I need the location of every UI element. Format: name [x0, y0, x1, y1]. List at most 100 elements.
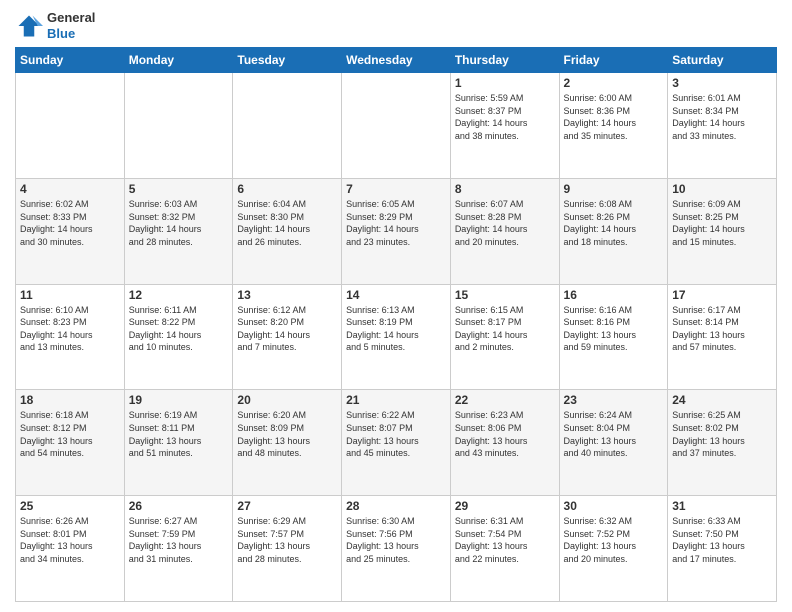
day-cell: 18Sunrise: 6:18 AM Sunset: 8:12 PM Dayli… [16, 390, 125, 496]
day-number: 12 [129, 288, 229, 302]
week-row-1: 4 Sunrise: 6:02 AM Sunset: 8:33 PM Daylig… [16, 178, 777, 284]
day-number: 31 [672, 499, 772, 513]
day-info: Sunrise: 6:12 AM Sunset: 8:20 PM Dayligh… [237, 304, 337, 354]
day-number: 27 [237, 499, 337, 513]
calendar-table: SundayMondayTuesdayWednesdayThursdayFrid… [15, 47, 777, 602]
day-info: Sunrise: 6:07 AM Sunset: 8:28 PM Dayligh… [455, 198, 555, 248]
day-number: 25 [20, 499, 120, 513]
day-info: Sunrise: 6:23 AM Sunset: 8:06 PM Dayligh… [455, 409, 555, 459]
day-cell: 13Sunrise: 6:12 AM Sunset: 8:20 PM Dayli… [233, 284, 342, 390]
day-number: 2 [564, 76, 664, 90]
logo-icon [15, 12, 43, 40]
day-number: 9 [564, 182, 664, 196]
day-number: 11 [20, 288, 120, 302]
logo-text: General Blue [47, 10, 95, 41]
day-cell: 2 Sunrise: 6:00 AM Sunset: 8:36 PM Daylig… [559, 73, 668, 179]
week-row-0: 1 Sunrise: 5:59 AM Sunset: 8:37 PM Daylig… [16, 73, 777, 179]
day-cell: 31 Sunrise: 6:33 AM Sunset: 7:50 PM Dayli… [668, 496, 777, 602]
day-cell: 1 Sunrise: 5:59 AM Sunset: 8:37 PM Daylig… [450, 73, 559, 179]
day-info: Sunrise: 6:08 AM Sunset: 8:26 PM Dayligh… [564, 198, 664, 248]
day-number: 14 [346, 288, 446, 302]
day-cell: 8 Sunrise: 6:07 AM Sunset: 8:28 PM Daylig… [450, 178, 559, 284]
day-number: 5 [129, 182, 229, 196]
day-cell: 14 Sunrise: 6:13 AM Sunset: 8:19 PM Dayli… [342, 284, 451, 390]
day-cell: 23 Sunrise: 6:24 AM Sunset: 8:04 PM Dayli… [559, 390, 668, 496]
day-cell: 12 Sunrise: 6:11 AM Sunset: 8:22 PM Dayli… [124, 284, 233, 390]
day-info: Sunrise: 5:59 AM Sunset: 8:37 PM Dayligh… [455, 92, 555, 142]
day-cell [342, 73, 451, 179]
day-number: 8 [455, 182, 555, 196]
day-info: Sunrise: 6:01 AM Sunset: 8:34 PM Dayligh… [672, 92, 772, 142]
weekday-saturday: Saturday [668, 48, 777, 73]
weekday-wednesday: Wednesday [342, 48, 451, 73]
day-number: 26 [129, 499, 229, 513]
day-number: 22 [455, 393, 555, 407]
day-cell [233, 73, 342, 179]
day-number: 3 [672, 76, 772, 90]
week-row-2: 11 Sunrise: 6:10 AM Sunset: 8:23 PM Dayli… [16, 284, 777, 390]
day-info: Sunrise: 6:00 AM Sunset: 8:36 PM Dayligh… [564, 92, 664, 142]
day-cell: 21 Sunrise: 6:22 AM Sunset: 8:07 PM Dayli… [342, 390, 451, 496]
day-cell: 4 Sunrise: 6:02 AM Sunset: 8:33 PM Daylig… [16, 178, 125, 284]
week-row-3: 18Sunrise: 6:18 AM Sunset: 8:12 PM Dayli… [16, 390, 777, 496]
day-info: Sunrise: 6:10 AM Sunset: 8:23 PM Dayligh… [20, 304, 120, 354]
day-info: Sunrise: 6:31 AM Sunset: 7:54 PM Dayligh… [455, 515, 555, 565]
day-number: 20 [237, 393, 337, 407]
weekday-friday: Friday [559, 48, 668, 73]
day-info: Sunrise: 6:04 AM Sunset: 8:30 PM Dayligh… [237, 198, 337, 248]
day-number: 19 [129, 393, 229, 407]
day-cell: 28 Sunrise: 6:30 AM Sunset: 7:56 PM Dayli… [342, 496, 451, 602]
header: General Blue [15, 10, 777, 41]
day-cell: 16 Sunrise: 6:16 AM Sunset: 8:16 PM Dayli… [559, 284, 668, 390]
day-cell: 6 Sunrise: 6:04 AM Sunset: 8:30 PM Daylig… [233, 178, 342, 284]
day-cell: 15Sunrise: 6:15 AM Sunset: 8:17 PM Dayli… [450, 284, 559, 390]
weekday-tuesday: Tuesday [233, 48, 342, 73]
weekday-sunday: Sunday [16, 48, 125, 73]
day-number: 7 [346, 182, 446, 196]
day-number: 16 [564, 288, 664, 302]
day-number: 21 [346, 393, 446, 407]
day-cell: 7 Sunrise: 6:05 AM Sunset: 8:29 PM Daylig… [342, 178, 451, 284]
day-cell: 27 Sunrise: 6:29 AM Sunset: 7:57 PM Dayli… [233, 496, 342, 602]
day-number: 24 [672, 393, 772, 407]
day-info: Sunrise: 6:05 AM Sunset: 8:29 PM Dayligh… [346, 198, 446, 248]
day-info: Sunrise: 6:20 AM Sunset: 8:09 PM Dayligh… [237, 409, 337, 459]
day-info: Sunrise: 6:02 AM Sunset: 8:33 PM Dayligh… [20, 198, 120, 248]
day-info: Sunrise: 6:32 AM Sunset: 7:52 PM Dayligh… [564, 515, 664, 565]
day-number: 6 [237, 182, 337, 196]
day-info: Sunrise: 6:11 AM Sunset: 8:22 PM Dayligh… [129, 304, 229, 354]
day-number: 17 [672, 288, 772, 302]
day-cell: 19Sunrise: 6:19 AM Sunset: 8:11 PM Dayli… [124, 390, 233, 496]
week-row-4: 25Sunrise: 6:26 AM Sunset: 8:01 PM Dayli… [16, 496, 777, 602]
logo: General Blue [15, 10, 95, 41]
day-info: Sunrise: 6:15 AM Sunset: 8:17 PM Dayligh… [455, 304, 555, 354]
weekday-thursday: Thursday [450, 48, 559, 73]
day-cell: 5 Sunrise: 6:03 AM Sunset: 8:32 PM Daylig… [124, 178, 233, 284]
day-number: 18 [20, 393, 120, 407]
day-cell: 17Sunrise: 6:17 AM Sunset: 8:14 PM Dayli… [668, 284, 777, 390]
day-number: 29 [455, 499, 555, 513]
day-info: Sunrise: 6:27 AM Sunset: 7:59 PM Dayligh… [129, 515, 229, 565]
day-number: 28 [346, 499, 446, 513]
day-cell: 10Sunrise: 6:09 AM Sunset: 8:25 PM Dayli… [668, 178, 777, 284]
day-info: Sunrise: 6:24 AM Sunset: 8:04 PM Dayligh… [564, 409, 664, 459]
day-info: Sunrise: 6:29 AM Sunset: 7:57 PM Dayligh… [237, 515, 337, 565]
day-info: Sunrise: 6:33 AM Sunset: 7:50 PM Dayligh… [672, 515, 772, 565]
day-info: Sunrise: 6:03 AM Sunset: 8:32 PM Dayligh… [129, 198, 229, 248]
day-number: 1 [455, 76, 555, 90]
day-cell: 29 Sunrise: 6:31 AM Sunset: 7:54 PM Dayli… [450, 496, 559, 602]
day-info: Sunrise: 6:22 AM Sunset: 8:07 PM Dayligh… [346, 409, 446, 459]
day-info: Sunrise: 6:09 AM Sunset: 8:25 PM Dayligh… [672, 198, 772, 248]
day-cell: 11 Sunrise: 6:10 AM Sunset: 8:23 PM Dayli… [16, 284, 125, 390]
day-info: Sunrise: 6:25 AM Sunset: 8:02 PM Dayligh… [672, 409, 772, 459]
day-info: Sunrise: 6:30 AM Sunset: 7:56 PM Dayligh… [346, 515, 446, 565]
day-cell: 3 Sunrise: 6:01 AM Sunset: 8:34 PM Daylig… [668, 73, 777, 179]
weekday-header-row: SundayMondayTuesdayWednesdayThursdayFrid… [16, 48, 777, 73]
page: General Blue SundayMondayTuesdayWednesda… [0, 0, 792, 612]
day-number: 4 [20, 182, 120, 196]
day-number: 23 [564, 393, 664, 407]
day-info: Sunrise: 6:13 AM Sunset: 8:19 PM Dayligh… [346, 304, 446, 354]
day-cell: 24 Sunrise: 6:25 AM Sunset: 8:02 PM Dayli… [668, 390, 777, 496]
weekday-monday: Monday [124, 48, 233, 73]
day-info: Sunrise: 6:16 AM Sunset: 8:16 PM Dayligh… [564, 304, 664, 354]
